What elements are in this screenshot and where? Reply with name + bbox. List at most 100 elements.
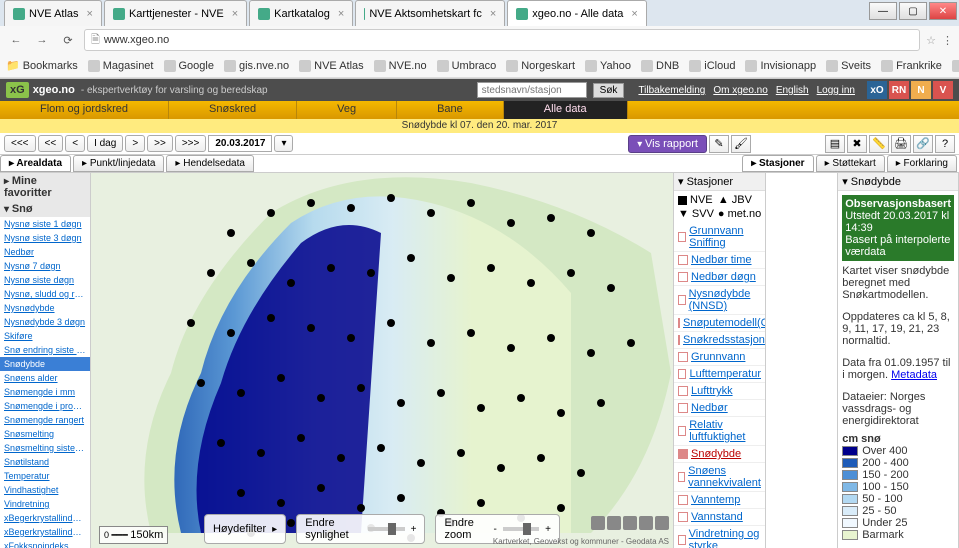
station-item[interactable]: Grunnvann <box>674 349 765 366</box>
hdr-icon-n[interactable]: N <box>911 81 931 99</box>
station-dot[interactable] <box>307 324 315 332</box>
nav-item[interactable]: Flom og jordskred <box>0 101 169 119</box>
sec-tab[interactable]: ▸ Punkt/linjedata <box>73 155 164 172</box>
station-item[interactable]: Lufttrykk <box>674 383 765 400</box>
nav-item[interactable]: Alle data <box>504 101 628 119</box>
station-item[interactable]: Snødybde <box>674 446 765 463</box>
station-dot[interactable] <box>587 349 595 357</box>
station-dot[interactable] <box>277 499 285 507</box>
checkbox[interactable] <box>678 403 688 413</box>
station-dot[interactable] <box>507 219 515 227</box>
station-dot[interactable] <box>247 259 255 267</box>
sec-tab[interactable]: ▸ Arealdata <box>0 155 71 172</box>
station-dot[interactable] <box>367 269 375 277</box>
station-dot[interactable] <box>607 284 615 292</box>
checkbox[interactable] <box>678 369 686 379</box>
header-link[interactable]: Logg inn <box>817 85 855 96</box>
bookmark-item[interactable]: gis.nve.no <box>224 60 289 72</box>
layer-link[interactable]: Vindretning <box>0 497 90 511</box>
station-dot[interactable] <box>257 449 265 457</box>
map-tool-icon[interactable] <box>655 516 669 530</box>
bookmark-item[interactable]: Norgeskart <box>506 60 575 72</box>
station-dot[interactable] <box>547 214 555 222</box>
station-item[interactable]: Nedbør time <box>674 252 765 269</box>
checkbox[interactable] <box>678 495 688 505</box>
station-dot[interactable] <box>237 389 245 397</box>
station-dot[interactable] <box>597 399 605 407</box>
station-dot[interactable] <box>477 499 485 507</box>
station-dot[interactable] <box>557 409 565 417</box>
layer-link[interactable]: Snøtilstand <box>0 455 90 469</box>
station-dot[interactable] <box>207 269 215 277</box>
layer-link[interactable]: xFokksnoindeks <box>0 539 90 548</box>
bookmark-item[interactable]: NVE Atlas <box>299 60 364 72</box>
station-dot[interactable] <box>297 434 305 442</box>
station-dot[interactable] <box>387 319 395 327</box>
bookmark-item[interactable]: Invisionapp <box>745 60 816 72</box>
station-item[interactable]: Nedbør døgn <box>674 269 765 286</box>
browser-tab[interactable]: NVE Atlas× <box>4 0 102 26</box>
station-dot[interactable] <box>507 344 515 352</box>
station-item[interactable]: Nysnødybde (NNSD) <box>674 286 765 315</box>
station-dot[interactable] <box>427 339 435 347</box>
header-link[interactable]: English <box>776 85 809 96</box>
close-icon[interactable]: × <box>232 8 238 20</box>
station-dot[interactable] <box>277 374 285 382</box>
checkbox[interactable] <box>678 272 688 282</box>
station-item[interactable]: Relativ luftfuktighet <box>674 417 765 446</box>
tool-pencil-icon[interactable]: ✎ <box>709 135 729 153</box>
station-dot[interactable] <box>487 264 495 272</box>
station-item[interactable]: Grunnvann Sniffing <box>674 223 765 252</box>
station-dot[interactable] <box>337 454 345 462</box>
bookmark-item[interactable]: NVE.no <box>374 60 427 72</box>
station-dot[interactable] <box>377 444 385 452</box>
date-nav-button[interactable]: I dag <box>87 135 123 152</box>
layer-link[interactable]: Nedbør <box>0 245 90 259</box>
header-link[interactable]: Om xgeo.no <box>713 85 767 96</box>
layer-link[interactable]: Temperatur <box>0 469 90 483</box>
report-button[interactable]: ▾ Vis rapport <box>628 135 707 153</box>
layer-link[interactable]: Snøsmelting siste uke <box>0 441 90 455</box>
address-bar[interactable]: 🗎 www.xgeo.no <box>84 29 920 51</box>
station-dot[interactable] <box>237 489 245 497</box>
station-dot[interactable] <box>347 204 355 212</box>
map-tool-icon[interactable] <box>639 516 653 530</box>
checkbox[interactable] <box>678 255 688 265</box>
station-item[interactable]: Snøens vannekvivalent <box>674 463 765 492</box>
date-dropdown[interactable]: ▾ <box>274 135 293 152</box>
search-input[interactable] <box>477 82 587 98</box>
bookmark-item[interactable]: Umbraco <box>437 60 497 72</box>
checkbox[interactable] <box>678 232 686 242</box>
layer-link[interactable]: Snø endring siste uke <box>0 343 90 357</box>
bookmark-item[interactable]: Yahoo <box>585 60 631 72</box>
station-item[interactable]: Snøkredsstasjoner <box>674 332 765 349</box>
station-item[interactable]: Vindretning og styrke <box>674 526 765 548</box>
station-dot[interactable] <box>197 379 205 387</box>
minimize-button[interactable]: — <box>869 2 897 20</box>
checkbox[interactable] <box>678 512 688 522</box>
snow-group-head[interactable]: ▾ Snø <box>0 201 90 217</box>
forward-button[interactable]: → <box>32 30 52 50</box>
tool-delete-icon[interactable]: ✖ <box>847 135 867 153</box>
date-nav-button[interactable]: >> <box>147 135 173 152</box>
visibility-slider[interactable]: Endre synlighet+ <box>296 514 425 544</box>
tool-help-icon[interactable]: ? <box>935 135 955 153</box>
layer-link[interactable]: Vindhastighet <box>0 483 90 497</box>
sec-tab[interactable]: ▸ Støttekart <box>816 155 885 172</box>
checkbox[interactable] <box>678 386 688 396</box>
date-nav-button[interactable]: > <box>125 135 145 152</box>
station-dot[interactable] <box>547 334 555 342</box>
station-dot[interactable] <box>567 269 575 277</box>
height-filter[interactable]: Høydefilter ▸ <box>204 514 286 544</box>
header-link[interactable]: Tilbakemelding <box>638 85 705 96</box>
layer-link[interactable]: Snømengde rangert <box>0 413 90 427</box>
bookmark-item[interactable]: SAC-CAS <box>952 60 959 72</box>
station-dot[interactable] <box>217 439 225 447</box>
browser-tab[interactable]: Karttjenester - NVE× <box>104 0 247 26</box>
date-field[interactable]: 20.03.2017 <box>208 135 272 152</box>
hdr-icon-xo[interactable]: xO <box>867 81 887 99</box>
nav-item[interactable]: Veg <box>297 101 397 119</box>
station-dot[interactable] <box>627 339 635 347</box>
layer-link[interactable]: Snøsmelting <box>0 427 90 441</box>
stations-sub[interactable]: ▾ Stasjoner <box>674 173 765 191</box>
